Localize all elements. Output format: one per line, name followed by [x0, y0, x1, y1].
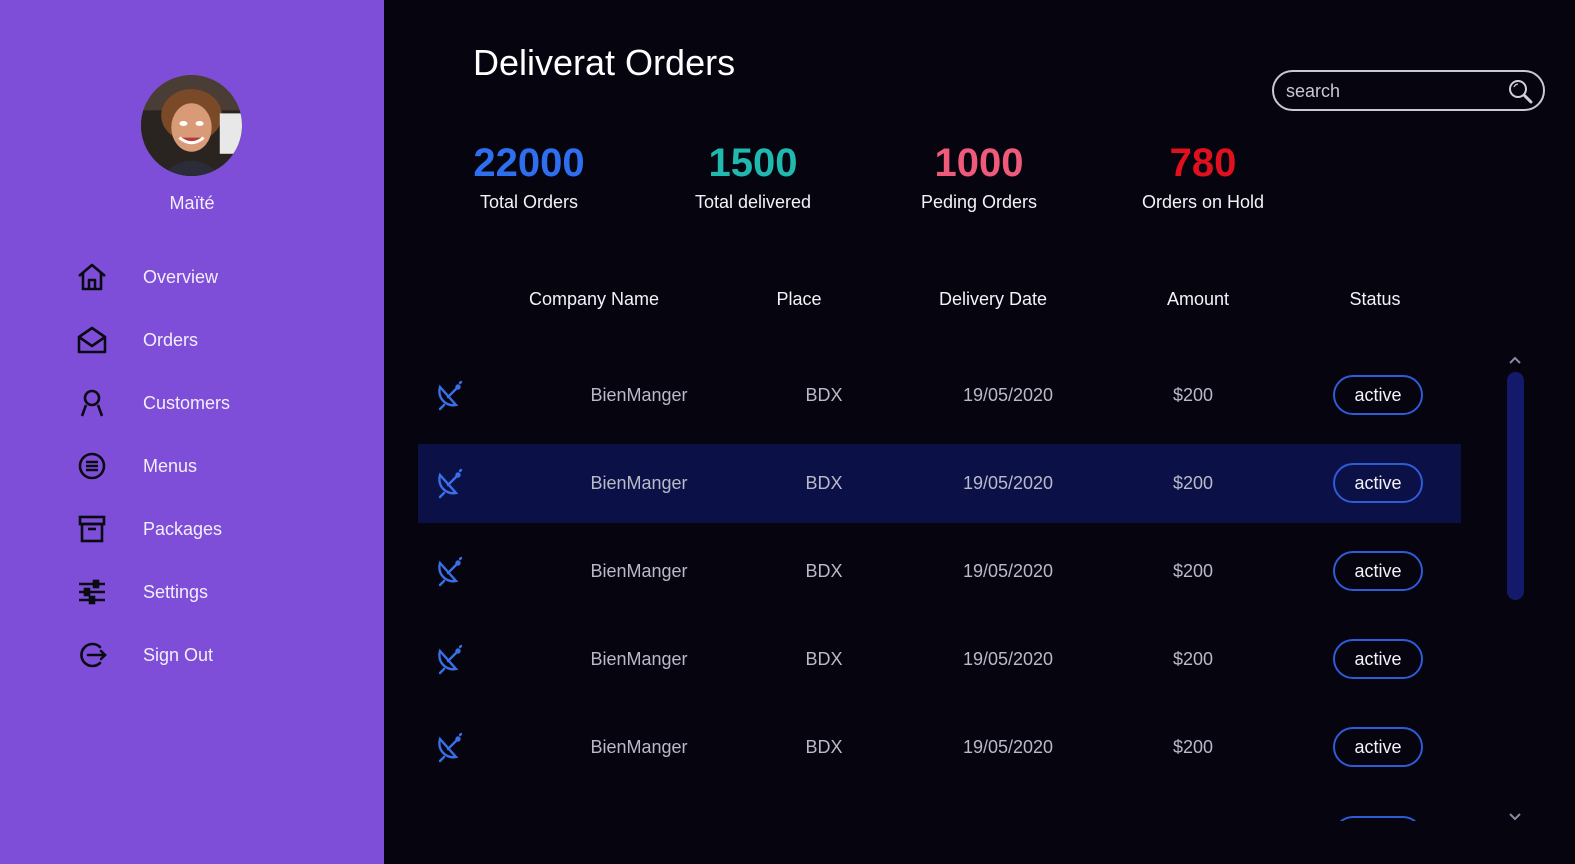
column-header-delivery-date[interactable]: Delivery Date — [939, 289, 1047, 310]
cell-amount: $200 — [1172, 473, 1214, 493]
table-row[interactable]: BienManger BDX 19/05/2020 $200 active — [418, 356, 1461, 435]
sidebar-item-label: Overview — [143, 266, 219, 287]
page-title: Deliverat Orders — [473, 42, 736, 83]
cell-date: 19/05/2020 — [962, 385, 1054, 405]
scrollbar-thumb[interactable] — [1507, 372, 1524, 600]
stat-label: Total delivered — [694, 192, 812, 212]
search-icon[interactable] — [1507, 78, 1533, 104]
satellite-dish-icon — [438, 468, 463, 499]
search-box — [1272, 70, 1545, 111]
sidebar-item-label: Customers — [143, 392, 231, 413]
column-header-status[interactable]: Status — [1349, 289, 1400, 310]
cell-date: 19/05/2020 — [962, 737, 1054, 757]
cell-company: BienManger — [590, 385, 688, 405]
stat-value: 780 — [1169, 141, 1237, 185]
cell-amount: $200 — [1172, 737, 1214, 757]
sidebar-item-packages[interactable]: Packages — [0, 506, 384, 552]
avatar[interactable] — [141, 75, 242, 176]
stat-total-delivered: 1500 Total delivered — [653, 140, 853, 213]
table-row[interactable]: BienManger BDX 19/05/2020 $200 active — [418, 444, 1461, 523]
stat-label: Peding Orders — [920, 192, 1038, 212]
sidebar-item-settings[interactable]: Settings — [0, 569, 384, 615]
satellite-dish-icon — [438, 644, 463, 675]
cell-company: BienManger — [590, 737, 688, 757]
status-badge[interactable]: active — [1333, 551, 1423, 591]
menu-circle-icon — [75, 449, 109, 483]
sidebar-item-label: Settings — [143, 581, 209, 602]
sidebar-item-overview[interactable]: Overview — [0, 254, 384, 300]
cell-company: BienManger — [590, 561, 688, 581]
cell-place: BDX — [805, 737, 843, 757]
cell-date: 19/05/2020 — [962, 473, 1054, 493]
sign-out-icon — [75, 638, 109, 672]
column-header-company[interactable]: Company Name — [529, 289, 659, 310]
table-row[interactable]: BienManger BDX 19/05/2020 $200 active — [418, 708, 1461, 787]
stat-total-orders: 22000 Total Orders — [429, 140, 629, 213]
sidebar-item-label: Orders — [143, 329, 199, 350]
user-name: Maïté — [169, 193, 215, 213]
status-badge-partial — [1333, 816, 1423, 821]
stat-label: Total Orders — [479, 192, 579, 212]
satellite-dish-icon — [438, 732, 463, 763]
satellite-dish-icon — [438, 380, 463, 411]
cell-amount: $200 — [1172, 561, 1214, 581]
sidebar-item-menus[interactable]: Menus — [0, 443, 384, 489]
sidebar-item-label: Menus — [143, 455, 198, 476]
stat-value: 1000 — [934, 141, 1024, 185]
scroll-up-icon[interactable] — [1508, 355, 1522, 365]
cell-place: BDX — [805, 649, 843, 669]
stat-orders-on-hold: 780 Orders on Hold — [1103, 140, 1303, 213]
cell-company: BienManger — [590, 649, 688, 669]
sidebar-item-label: Sign Out — [143, 644, 214, 665]
sidebar-item-label: Packages — [143, 518, 223, 539]
home-icon — [75, 260, 109, 294]
sidebar-item-orders[interactable]: Orders — [0, 317, 384, 363]
status-badge[interactable]: active — [1333, 375, 1423, 415]
table-row[interactable]: BienManger BDX 19/05/2020 $200 active — [418, 620, 1461, 699]
cell-amount: $200 — [1172, 649, 1214, 669]
envelope-open-icon — [75, 323, 109, 357]
column-header-place[interactable]: Place — [776, 289, 821, 310]
cell-place: BDX — [805, 385, 843, 405]
scroll-down-icon[interactable] — [1508, 812, 1522, 822]
sidebar-item-customers[interactable]: Customers — [0, 380, 384, 426]
cell-amount: $200 — [1172, 385, 1214, 405]
status-badge[interactable]: active — [1333, 639, 1423, 679]
cell-place: BDX — [805, 561, 843, 581]
cell-date: 19/05/2020 — [962, 561, 1054, 581]
status-badge[interactable]: active — [1333, 727, 1423, 767]
stat-value: 22000 — [473, 141, 585, 185]
status-badge[interactable]: active — [1333, 463, 1423, 503]
archive-box-icon — [75, 512, 109, 546]
sidebar: Maïté Overview Orders Customers Menus Pa… — [0, 0, 384, 864]
cell-place: BDX — [805, 473, 843, 493]
user-icon — [75, 386, 109, 420]
cell-company: BienManger — [590, 473, 688, 493]
stat-value: 1500 — [708, 141, 798, 185]
satellite-dish-icon — [438, 556, 463, 587]
sliders-icon — [75, 575, 109, 609]
stat-label: Orders on Hold — [1141, 192, 1265, 212]
table-row[interactable]: BienManger BDX 19/05/2020 $200 active — [418, 532, 1461, 611]
column-header-amount[interactable]: Amount — [1167, 289, 1229, 310]
search-input[interactable] — [1286, 79, 1496, 103]
cell-date: 19/05/2020 — [962, 649, 1054, 669]
avatar-photo — [141, 75, 242, 176]
sidebar-item-sign-out[interactable]: Sign Out — [0, 632, 384, 678]
stat-pending-orders: 1000 Peding Orders — [879, 140, 1079, 213]
